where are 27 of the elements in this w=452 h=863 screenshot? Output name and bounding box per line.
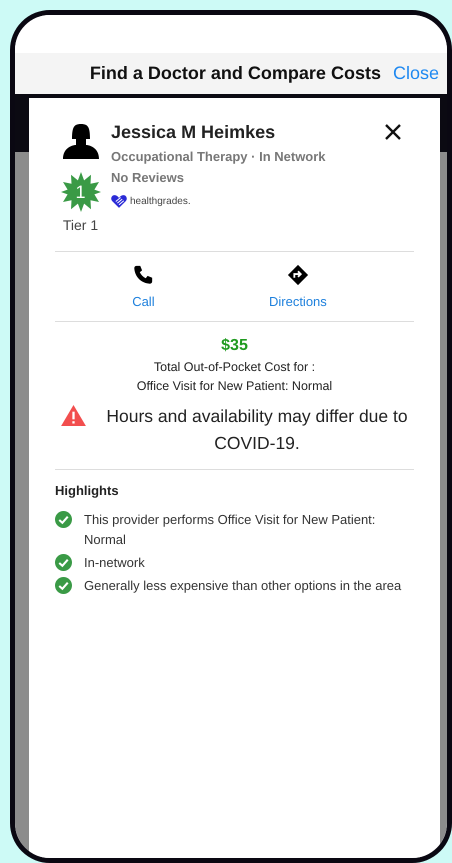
highlight-text: Generally less expensive than other options in the area xyxy=(84,577,402,595)
page-title: Find a Doctor and Compare Costs xyxy=(90,63,381,84)
tier-badge: 1 xyxy=(60,172,100,212)
service-name: Office Visit for New Patient: Normal xyxy=(136,379,332,393)
check-icon xyxy=(55,554,72,571)
highlight-text: In-network xyxy=(84,554,145,572)
heart-logo-icon xyxy=(111,195,127,208)
provider-name: Jessica M Heimkes xyxy=(111,122,276,143)
cost-label: Total Out-of-Pocket Cost for : xyxy=(154,360,316,374)
check-icon xyxy=(55,511,72,528)
covid-notice: Hours and availability may differ due to COVID-19. xyxy=(105,405,409,455)
check-icon xyxy=(55,577,72,594)
directions-button[interactable]: Directions xyxy=(260,260,335,313)
tier-label: Tier 1 xyxy=(62,217,98,233)
directions-icon xyxy=(286,264,309,286)
specialty-text: Occupational Therapy · In Network xyxy=(111,149,327,164)
close-icon[interactable] xyxy=(384,123,402,141)
person-icon xyxy=(62,123,98,159)
cost-amount: $35 xyxy=(221,337,248,355)
healthgrades-logo-text: healthgrades. xyxy=(130,196,191,207)
highlight-text: This provider performs Office Visit for New Patient: Normal xyxy=(84,511,376,549)
call-button[interactable]: Call xyxy=(124,260,163,313)
close-button[interactable]: Close xyxy=(392,63,439,84)
highlights-heading: Highlights xyxy=(55,483,120,498)
reviews-text: No Reviews xyxy=(111,170,185,185)
warning-icon xyxy=(61,405,86,426)
phone-icon xyxy=(132,264,154,286)
